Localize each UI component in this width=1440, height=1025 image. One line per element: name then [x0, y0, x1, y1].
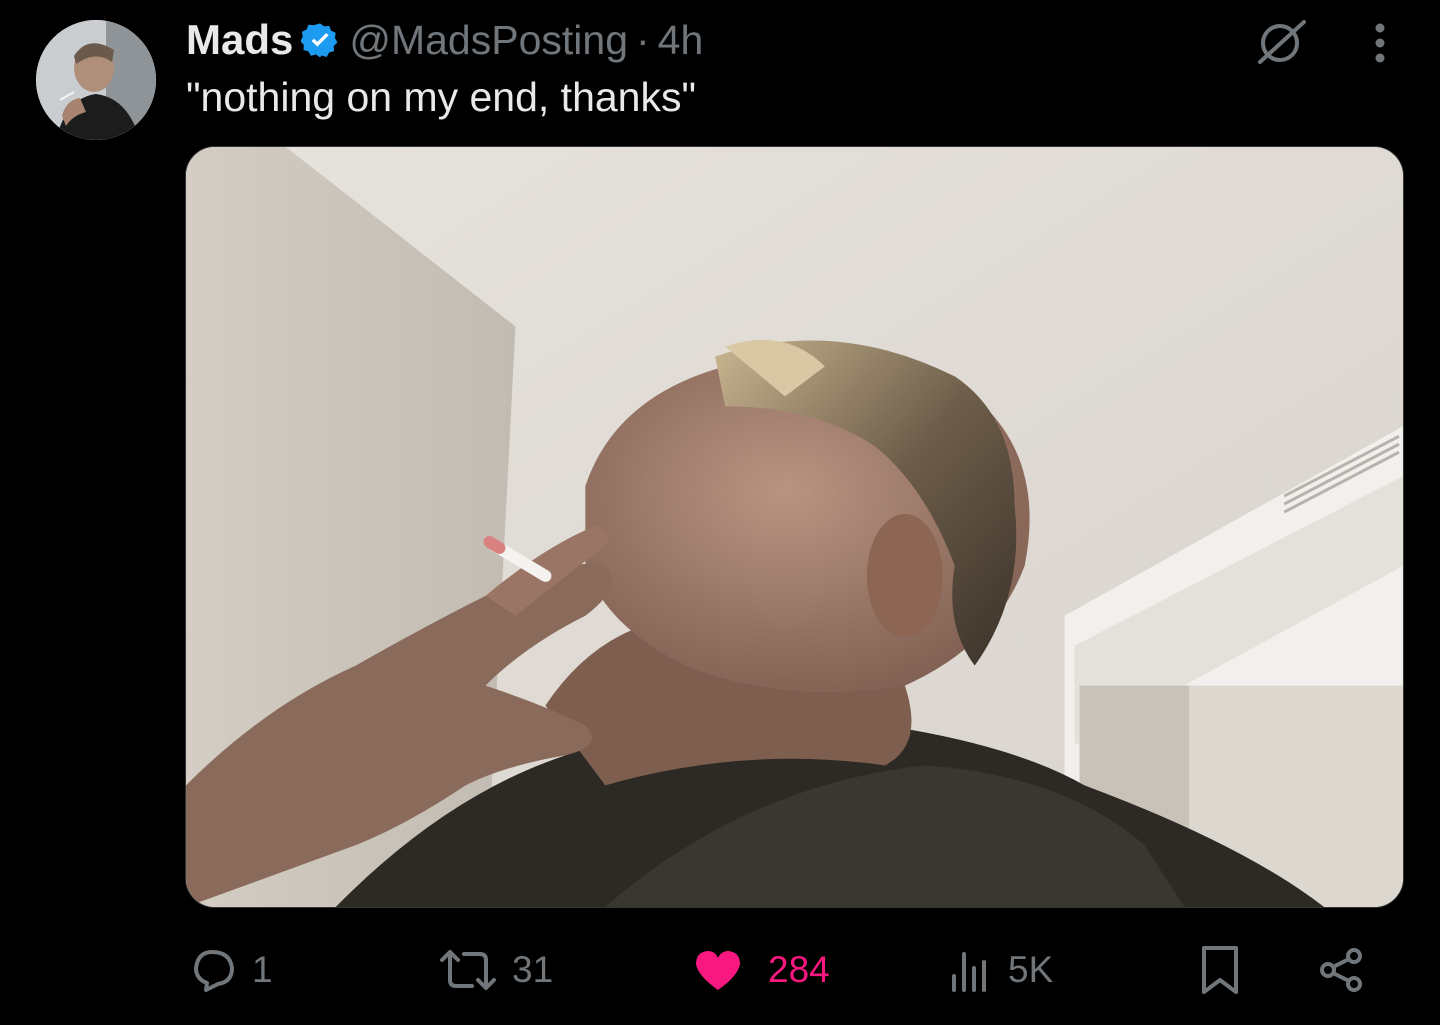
- more-icon[interactable]: [1364, 20, 1396, 66]
- bookmark-icon: [1202, 946, 1238, 994]
- views-icon: [952, 952, 986, 992]
- retweet-button[interactable]: 31: [438, 940, 553, 1000]
- author-handle[interactable]: @MadsPosting: [349, 17, 628, 64]
- photo-media-illustration: [186, 147, 1403, 907]
- views-count: 5K: [1008, 949, 1054, 990]
- share-button[interactable]: [1318, 940, 1366, 1000]
- retweet-count: 31: [512, 949, 554, 990]
- avatar[interactable]: [36, 20, 156, 140]
- reply-icon: [194, 950, 234, 992]
- tweet-text: "nothing on my end, thanks": [186, 74, 697, 120]
- tweet-timestamp[interactable]: 4h: [658, 17, 704, 64]
- tweet-header: Mads @MadsPosting · 4h: [186, 14, 703, 66]
- avatar-image: [36, 20, 156, 140]
- retweet-icon: [440, 950, 496, 990]
- heart-icon: [696, 951, 740, 990]
- reply-count: 1: [252, 949, 273, 990]
- tweet-photo[interactable]: [185, 146, 1404, 908]
- separator-dot: ·: [636, 16, 650, 63]
- like-count: 284: [768, 949, 830, 990]
- verified-badge-icon[interactable]: [300, 21, 339, 59]
- views-button[interactable]: 5K: [950, 940, 1053, 1000]
- grok-icon[interactable]: [1254, 18, 1308, 66]
- share-icon: [1320, 948, 1362, 992]
- reply-button[interactable]: 1: [190, 940, 273, 1000]
- author-name[interactable]: Mads: [186, 16, 293, 64]
- like-button[interactable]: 284: [694, 940, 830, 1000]
- bookmark-button[interactable]: [1198, 940, 1242, 1000]
- tweet: Mads @MadsPosting · 4h "nothing on my en…: [0, 0, 1440, 1025]
